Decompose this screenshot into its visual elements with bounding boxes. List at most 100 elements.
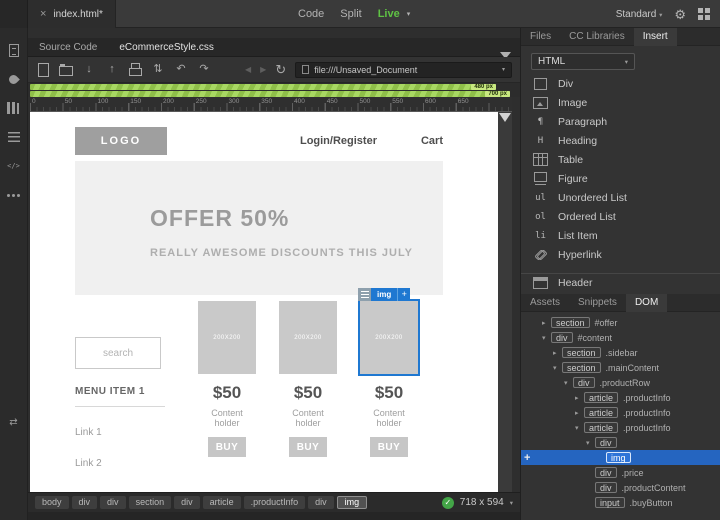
dom-tag-chip[interactable]: section — [562, 347, 601, 358]
dom-tree-row[interactable]: ▸ section .sidebar — [521, 345, 720, 360]
add-element-button[interactable]: + — [397, 288, 411, 301]
live-view-canvas[interactable]: LOGO Login/Register Cart OFFER 50% REALL… — [30, 112, 498, 492]
media-query-bar[interactable]: 480 px 700 px — [28, 83, 520, 97]
dom-tree-row[interactable]: ▾ article .productInfo — [521, 420, 720, 435]
disclosure-arrow-icon[interactable]: ▸ — [575, 394, 584, 402]
split-view-button[interactable]: Split — [340, 8, 361, 20]
tag-selector-chip[interactable]: .productInfo — [243, 496, 306, 509]
disclosure-arrow-icon[interactable]: ▾ — [586, 439, 595, 447]
undo-icon[interactable]: ↶ — [174, 62, 188, 77]
selected-element-tag[interactable]: img — [371, 288, 398, 301]
disclosure-arrow-icon[interactable]: ▸ — [542, 319, 551, 327]
dom-tag-chip[interactable]: div — [573, 377, 595, 388]
disclosure-arrow-icon[interactable]: ▸ — [553, 349, 562, 357]
snippets-icon[interactable] — [6, 158, 22, 174]
cart-link[interactable]: Cart — [421, 135, 443, 147]
dom-tree-row[interactable]: ▾ div #content — [521, 330, 720, 345]
workspace-switcher[interactable]: Standard ▾ — [616, 9, 663, 20]
print-icon[interactable] — [128, 62, 142, 77]
tag-selector-chip[interactable]: div — [71, 496, 98, 509]
disclosure-arrow-icon[interactable]: ▸ — [575, 409, 584, 417]
dom-tree-row[interactable]: div .price — [521, 465, 720, 480]
dom-tag-chip[interactable]: div — [595, 482, 617, 493]
dom-tag-chip[interactable]: article — [584, 407, 619, 418]
tag-selector-chip[interactable]: body — [35, 496, 69, 509]
insert-item-unordered-list[interactable]: ul Unordered List — [521, 188, 720, 207]
close-tab-icon[interactable]: × — [40, 8, 46, 20]
canvas-scroll-gutter[interactable] — [498, 112, 512, 492]
redo-icon[interactable]: ↷ — [197, 62, 211, 77]
sync-icon[interactable]: ⇅ — [151, 62, 165, 77]
put-file-icon[interactable]: ↑ — [105, 62, 119, 77]
viewport-size[interactable]: 718 x 594 — [460, 497, 504, 508]
live-view-button[interactable]: Live — [378, 8, 400, 20]
ink-styles-icon[interactable] — [6, 71, 22, 87]
buy-button[interactable]: BUY — [289, 437, 327, 457]
dom-tag-chip[interactable]: section — [562, 362, 601, 373]
settings-gear-icon[interactable]: ⚙ — [674, 8, 686, 21]
insert-item-paragraph[interactable]: ¶ Paragraph — [521, 112, 720, 131]
lint-ok-icon[interactable]: ✓ — [441, 496, 454, 509]
insert-item-div[interactable]: Div — [521, 74, 720, 93]
dom-tree-row[interactable]: ▸ section #offer — [521, 315, 720, 330]
swap-views-icon[interactable] — [6, 414, 22, 430]
dom-tag-chip[interactable]: article — [584, 392, 619, 403]
dom-tag-chip[interactable]: div — [551, 332, 573, 343]
address-chevron-icon[interactable]: ▾ — [502, 66, 505, 73]
document-tab[interactable]: × index.html* — [28, 0, 116, 28]
dom-tag-chip[interactable]: div — [595, 467, 617, 478]
dom-tag-chip[interactable]: section — [551, 317, 590, 328]
tag-selector-chip[interactable]: article — [202, 496, 241, 509]
product-card[interactable]: 200X200 $50 Content holder BUY — [279, 301, 337, 469]
related-file-stylesheet[interactable]: eCommerceStyle.css — [108, 38, 224, 57]
address-bar[interactable]: file:///Unsaved_Document ▾ — [295, 61, 512, 78]
viewport-size-chevron-icon[interactable]: ▾ — [510, 499, 513, 507]
dom-add-icon[interactable]: + — [524, 452, 530, 464]
more-tools-icon[interactable] — [6, 187, 22, 203]
buy-button[interactable]: BUY — [370, 437, 408, 457]
insert-item-list-item[interactable]: li List Item — [521, 226, 720, 245]
search-input[interactable]: search — [75, 337, 161, 369]
product-image-placeholder[interactable]: 200X200 — [198, 301, 256, 374]
tab-assets[interactable]: Assets — [521, 294, 569, 312]
insert-item-hyperlink[interactable]: Hyperlink — [521, 245, 720, 264]
tab-snippets[interactable]: Snippets — [569, 294, 626, 312]
files-icon[interactable] — [6, 42, 22, 58]
insert-item-header[interactable]: Header — [521, 273, 720, 292]
disclosure-arrow-icon[interactable]: ▾ — [542, 334, 551, 342]
tab-files[interactable]: Files — [521, 28, 560, 46]
tab-cc-libraries[interactable]: CC Libraries — [560, 28, 634, 46]
insert-item-figure[interactable]: Figure — [521, 169, 720, 188]
forward-icon[interactable]: ▶ — [260, 65, 266, 74]
new-file-icon[interactable] — [36, 62, 50, 77]
tag-selector-chip[interactable]: img — [336, 496, 368, 509]
product-card[interactable]: img + 200X200 $50 Content holder BUY — [358, 288, 420, 469]
get-file-icon[interactable]: ↓ — [82, 62, 96, 77]
live-view-chevron-icon[interactable]: ▾ — [407, 10, 411, 18]
tag-selector-chip[interactable]: div — [174, 496, 200, 509]
open-file-icon[interactable] — [59, 62, 73, 77]
disclosure-arrow-icon[interactable]: ▾ — [564, 379, 573, 387]
dom-tag-chip[interactable]: article — [584, 422, 619, 433]
tag-selector-chip[interactable]: div — [100, 496, 126, 509]
tab-dom[interactable]: DOM — [625, 294, 668, 312]
library-icon[interactable] — [6, 100, 22, 116]
dom-tag-chip[interactable]: img — [606, 452, 631, 463]
disclosure-arrow-icon[interactable]: ▾ — [575, 424, 584, 432]
tag-selector-chip[interactable]: section — [128, 496, 172, 509]
back-icon[interactable]: ◀ — [245, 65, 251, 74]
dom-tree-row[interactable]: ▾ div — [521, 435, 720, 450]
login-register-link[interactable]: Login/Register — [300, 135, 377, 147]
product-image-placeholder[interactable]: 200X200 — [358, 299, 420, 376]
dom-tree-row[interactable]: + img — [521, 450, 720, 465]
insert-item-image[interactable]: Image — [521, 93, 720, 112]
insert-item-ordered-list[interactable]: ol Ordered List — [521, 207, 720, 226]
dom-tag-chip[interactable]: input — [595, 497, 625, 508]
dom-tree-row[interactable]: ▾ section .mainContent — [521, 360, 720, 375]
media-query-480[interactable]: 480 px — [30, 84, 496, 90]
buy-button[interactable]: BUY — [208, 437, 246, 457]
layout-grid-icon[interactable] — [698, 8, 710, 20]
logo-placeholder[interactable]: LOGO — [75, 127, 167, 155]
product-image-placeholder[interactable]: 200X200 — [279, 301, 337, 374]
related-file-source-code[interactable]: Source Code — [28, 38, 108, 57]
